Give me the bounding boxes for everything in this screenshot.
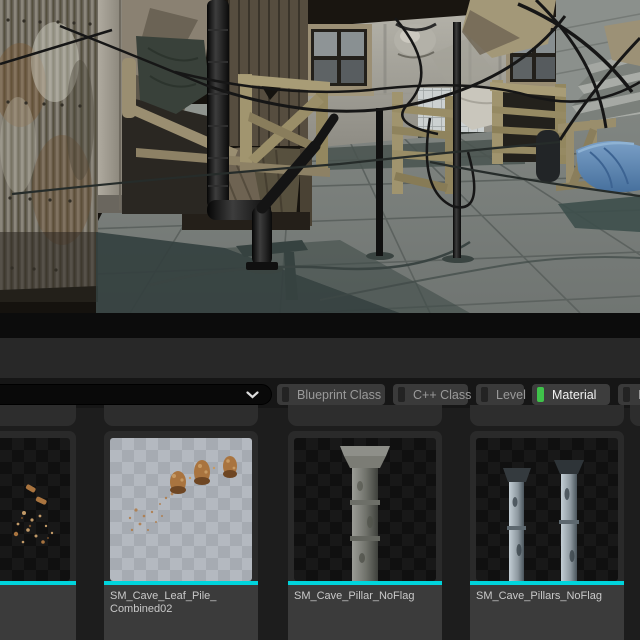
filter-material[interactable]: Material — [532, 384, 610, 405]
filter-label: Level — [496, 388, 526, 402]
filter-cpp-class[interactable]: C++ Class — [393, 384, 468, 405]
asset-thumbnail — [110, 438, 252, 581]
asset-tile-partial[interactable] — [470, 405, 624, 426]
asset-tile-partial[interactable] — [288, 405, 442, 426]
unreal-editor-window: Blueprint Class C++ Class Level Material… — [0, 0, 640, 640]
chevron-down-icon — [246, 391, 259, 399]
content-browser-filter-bar: Blueprint Class C++ Class Level Material… — [0, 378, 640, 408]
thin-pole-center — [376, 108, 383, 256]
two-pillars-thumb — [476, 438, 618, 581]
stone-pillar-thumb — [294, 438, 436, 581]
filter-label: C++ Class — [413, 388, 471, 402]
asset-name: f_Pile_ — [0, 585, 76, 640]
asset-card-pillar[interactable]: SM_Cave_Pillar_NoFlag — [288, 431, 442, 640]
filter-color-chip — [282, 387, 289, 402]
asset-name: SM_Cave_Pillars_NoFlag — [470, 585, 624, 640]
filter-blueprint-class[interactable]: Blueprint Class — [277, 384, 385, 405]
asset-tile-partial[interactable] — [0, 405, 76, 426]
filter-label: Material — [552, 388, 596, 402]
dark-barrel — [536, 130, 560, 182]
filter-niagara[interactable]: Niag — [618, 384, 640, 405]
asset-card-leaf-pile[interactable]: f_Pile_ — [0, 431, 76, 640]
asset-grid: f_Pile_ — [0, 408, 640, 640]
asset-thumbnail — [0, 438, 70, 581]
filter-label: Blueprint Class — [297, 388, 381, 402]
asset-card-leaf-pile-combined[interactable]: SM_Cave_Leaf_Pile_ Combined02 — [104, 431, 258, 640]
asset-tile-partial[interactable] — [630, 405, 640, 426]
viewport-bottom-bar — [0, 313, 640, 338]
asset-tile-partial[interactable] — [104, 405, 258, 426]
filter-level[interactable]: Level — [476, 384, 524, 405]
asset-card-pillars[interactable]: SM_Cave_Pillars_NoFlag — [470, 431, 624, 640]
level-viewport[interactable] — [0, 0, 640, 313]
corrugated-metal-wall — [0, 0, 98, 302]
asset-thumbnail — [476, 438, 618, 581]
type-filter-pills: Blueprint Class C++ Class Level Material… — [277, 384, 640, 405]
asset-name: SM_Cave_Pillar_NoFlag — [288, 585, 442, 640]
scene-3d — [0, 0, 640, 313]
asset-thumbnail — [294, 438, 436, 581]
filter-color-chip — [481, 387, 488, 402]
filter-color-chip — [623, 387, 630, 402]
thin-pole-right — [453, 22, 461, 258]
filter-color-chip-active — [537, 387, 544, 402]
content-browser-header — [0, 338, 640, 379]
leaf-scatter-thumb — [0, 438, 70, 581]
leaf-piles-thumb — [110, 438, 252, 581]
asset-name: SM_Cave_Leaf_Pile_ Combined02 — [104, 585, 258, 640]
filter-color-chip — [398, 387, 405, 402]
path-filter-combo[interactable] — [0, 384, 272, 405]
